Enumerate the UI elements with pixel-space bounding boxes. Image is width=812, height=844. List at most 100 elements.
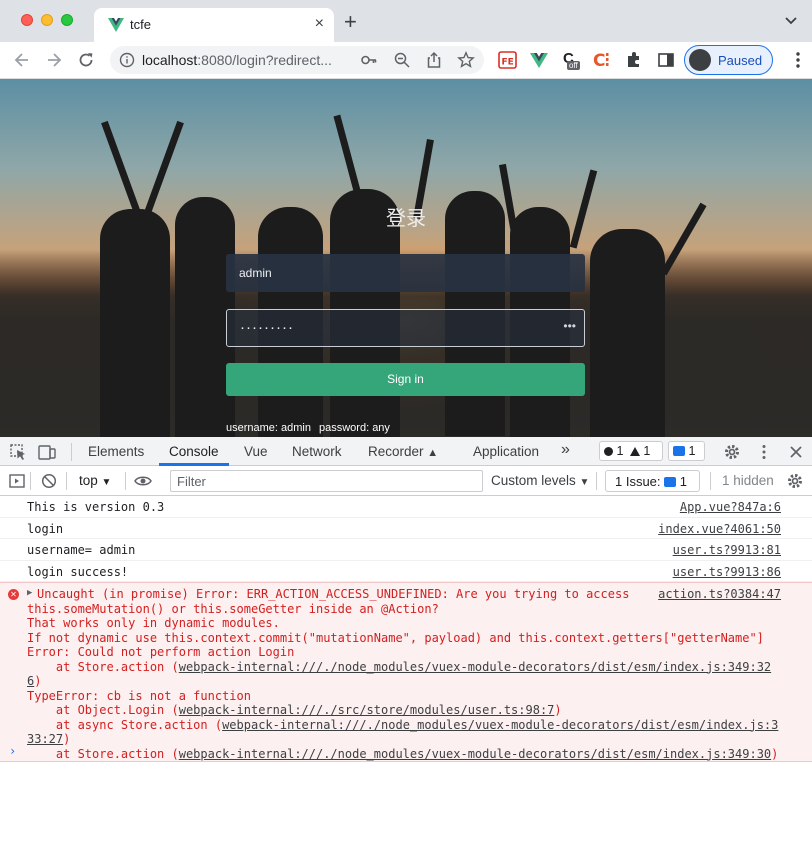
console-toolbar: top ▼ Filter Custom levels ▼ 1 Issue: 1 …	[0, 466, 812, 496]
browser-tab[interactable]: tcfe ×	[94, 8, 334, 42]
clear-console-icon[interactable]	[40, 472, 58, 490]
toolbar-divider	[125, 472, 126, 490]
inspect-element-icon[interactable]	[9, 443, 27, 461]
log-source-link[interactable]: user.ts?9913:81	[673, 543, 781, 557]
minimize-window-button[interactable]	[41, 14, 53, 26]
stack-link[interactable]: webpack-internal:///./src/store/modules/…	[179, 703, 555, 717]
console-error-entry: ✕ ▶ action.ts?0384:47 Uncaught (in promi…	[0, 582, 812, 762]
messages-counter[interactable]: 1	[668, 441, 705, 461]
stack-line: at Store.action (webpack-internal:///./n…	[27, 747, 778, 762]
browser-toolbar: localhost:8080/login?redirect... FE C of…	[0, 42, 812, 79]
back-icon[interactable]	[12, 50, 32, 70]
devtools-tab-bar: Elements Console Vue Network Recorder ▲ …	[0, 437, 812, 466]
svg-text:FE: FE	[502, 58, 514, 68]
login-hint: username: admin password: any	[226, 422, 398, 434]
stack-suffix: )	[63, 732, 71, 746]
tab-search-icon[interactable]	[784, 13, 798, 27]
tab-vue[interactable]: Vue	[244, 444, 268, 459]
key-icon[interactable]	[360, 51, 378, 69]
error-line: TypeError: cb is not a function	[27, 688, 251, 703]
console-log-row: This is version 0.3 App.vue?847a:6	[0, 496, 812, 518]
recorder-label: Recorder	[368, 444, 424, 459]
devtools-menu-icon[interactable]	[755, 443, 773, 461]
off-extension-icon[interactable]: C off	[562, 50, 582, 70]
log-levels-select[interactable]: Custom levels ▼	[491, 473, 589, 488]
log-message: username= admin	[27, 543, 136, 557]
error-warning-counter[interactable]: 1 1	[599, 441, 663, 461]
stack-line: 33:27)	[27, 732, 70, 747]
error-line: If not dynamic use this.context.commit("…	[27, 630, 764, 645]
error-source-link[interactable]: action.ts?0384:47	[658, 587, 781, 601]
off-badge: off	[567, 61, 580, 70]
message-icon	[673, 446, 685, 456]
toolbar-divider	[596, 472, 597, 490]
stack-link[interactable]: webpack-internal:///./node_modules/vuex-…	[179, 660, 771, 674]
log-source-link[interactable]: index.vue?4061:50	[658, 522, 781, 536]
stack-link[interactable]: webpack-internal:///./node_modules/vuex-…	[222, 718, 778, 732]
console-settings-gear-icon[interactable]	[786, 472, 804, 490]
close-devtools-icon[interactable]	[787, 443, 805, 461]
site-info-icon[interactable]	[119, 52, 135, 68]
url-text[interactable]: localhost:8080/login?redirect...	[142, 52, 332, 68]
fullscreen-window-button[interactable]	[61, 14, 73, 26]
tab-network[interactable]: Network	[292, 444, 342, 459]
tab-console[interactable]: Console	[169, 444, 219, 459]
zoom-out-icon[interactable]	[393, 51, 411, 69]
error-x-icon: ✕	[8, 589, 19, 600]
tab-recorder[interactable]: Recorder ▲	[368, 444, 438, 459]
tab-close-icon[interactable]: ×	[315, 16, 324, 32]
error-dot-icon	[604, 447, 613, 456]
toolbar-divider	[30, 472, 31, 490]
extensions-puzzle-icon[interactable]	[624, 50, 644, 70]
side-panel-icon[interactable]	[656, 50, 676, 70]
password-toggle-icon[interactable]: •••	[563, 319, 576, 333]
log-source-link[interactable]: user.ts?9913:86	[673, 565, 781, 579]
fe-extension-icon[interactable]: FE	[498, 50, 518, 70]
more-tabs-icon[interactable]: »	[561, 441, 570, 459]
sidebar-toggle-icon[interactable]	[8, 472, 26, 490]
console-log-row: login index.vue?4061:50	[0, 518, 812, 539]
vue-logo-icon	[108, 18, 124, 32]
stack-suffix: )	[34, 674, 42, 688]
sign-in-button[interactable]: Sign in	[226, 363, 585, 396]
chevron-down-icon: ▼	[579, 477, 590, 488]
stack-link[interactable]: webpack-internal:///./node_modules/vuex-…	[179, 747, 771, 761]
log-source-link[interactable]: App.vue?847a:6	[680, 500, 781, 514]
close-window-button[interactable]	[21, 14, 33, 26]
password-value: ·········	[240, 319, 294, 336]
tab-application[interactable]: Application	[473, 444, 539, 459]
log-message: login success!	[27, 564, 129, 579]
address-bar[interactable]: localhost:8080/login?redirect...	[110, 46, 484, 74]
expand-arrow-icon[interactable]: ▶	[27, 588, 32, 598]
console-prompt[interactable]: ›	[9, 744, 16, 758]
profile-paused-button[interactable]: Paused	[684, 45, 773, 75]
device-toolbar-icon[interactable]	[38, 443, 56, 461]
error-line: this.someMutation() or this.someGetter i…	[27, 601, 439, 616]
browser-tab-strip: tcfe × +	[0, 0, 812, 42]
console-log-row: username= admin user.ts?9913:81	[0, 539, 812, 561]
bookmark-star-icon[interactable]	[457, 51, 475, 69]
stack-prefix: at Object.Login (	[27, 703, 179, 717]
error-line: That works only in dynamic modules.	[27, 616, 280, 630]
avatar	[689, 49, 711, 71]
log-message: login	[27, 521, 64, 536]
issues-count: 1	[679, 474, 688, 489]
issues-button[interactable]: 1 Issue: 1	[605, 470, 700, 492]
share-icon[interactable]	[425, 51, 443, 69]
stack-link[interactable]: 33:27	[27, 732, 63, 746]
console-filter-input[interactable]: Filter	[170, 470, 483, 492]
stack-line: at async Store.action (webpack-internal:…	[27, 718, 778, 733]
c-extension-icon[interactable]: C	[592, 50, 612, 70]
reload-icon[interactable]	[76, 50, 96, 70]
warnings-count: 1	[643, 444, 651, 458]
forward-icon[interactable]	[44, 50, 64, 70]
vue-devtools-icon[interactable]	[529, 50, 549, 70]
username-field[interactable]: admin	[226, 254, 585, 292]
live-expression-eye-icon[interactable]	[134, 472, 152, 490]
new-tab-button[interactable]: +	[344, 11, 357, 33]
context-select[interactable]: top ▼	[79, 473, 111, 488]
browser-menu-icon[interactable]	[790, 50, 806, 70]
password-field[interactable]: ········· •••	[226, 309, 585, 347]
settings-gear-icon[interactable]	[723, 443, 741, 461]
tab-elements[interactable]: Elements	[88, 444, 144, 459]
